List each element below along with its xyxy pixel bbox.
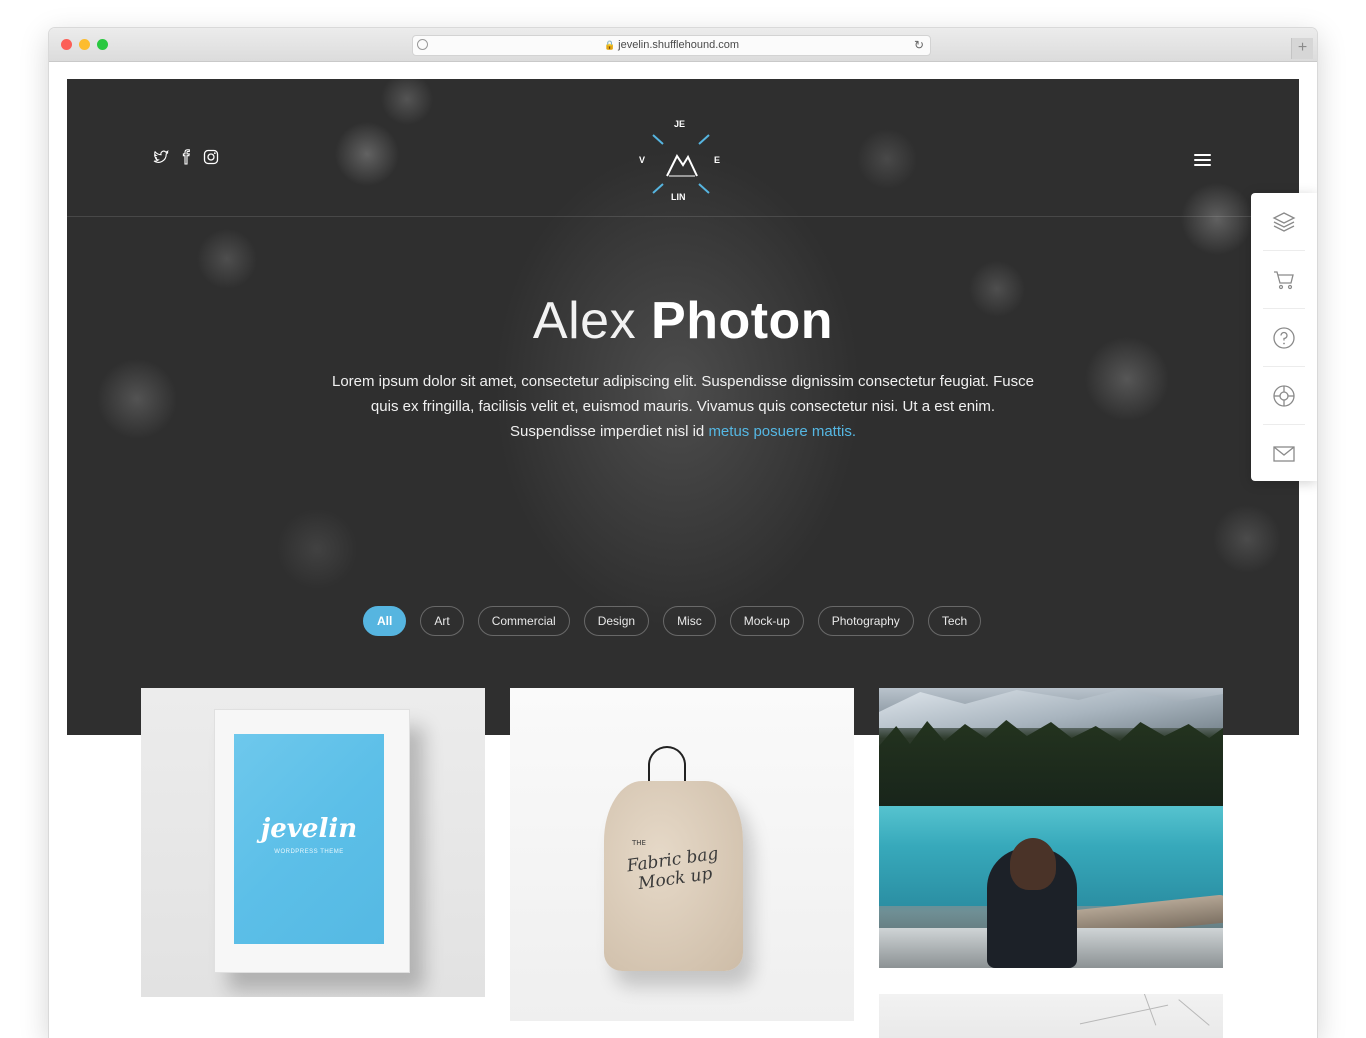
minimize-window-button[interactable] xyxy=(79,39,90,50)
lock-icon: 🔒 xyxy=(603,40,616,50)
filter-tech[interactable]: Tech xyxy=(927,606,982,636)
site-logo[interactable]: JE V E LIN xyxy=(639,111,723,202)
url-text: jevelin.shufflehound.com xyxy=(618,39,740,51)
layers-icon[interactable] xyxy=(1251,193,1317,250)
frame-subtitle-text: WORDPRESS THEME xyxy=(274,849,344,855)
portfolio-item-lake-photo[interactable] xyxy=(879,688,1223,968)
instagram-icon[interactable] xyxy=(203,149,219,165)
logo-letter-bottom: LIN xyxy=(671,192,686,202)
filter-photography[interactable]: Photography xyxy=(817,606,914,636)
hero-title-bold: Photon xyxy=(651,292,834,350)
side-panel xyxy=(1251,193,1317,481)
help-icon[interactable] xyxy=(1251,309,1317,366)
mail-icon-svg xyxy=(1273,445,1295,462)
hero-section: JE V E LIN Alex Photon Lorem ipsum dolor… xyxy=(67,79,1299,735)
portfolio-item-frame-mockup[interactable]: jevelin WORDPRESS THEME xyxy=(141,688,485,997)
help-icon-svg xyxy=(1273,326,1295,349)
mail-icon[interactable] xyxy=(1251,425,1317,482)
filter-mock-up[interactable]: Mock-up xyxy=(729,606,804,636)
frame-artwork: jevelin WORDPRESS THEME xyxy=(234,734,384,944)
person-hair xyxy=(1010,838,1056,890)
fabric-bag: THE Fabric bag Mock up xyxy=(604,781,743,971)
picture-frame: jevelin WORDPRESS THEME xyxy=(214,709,410,973)
portfolio-filters: All Art Commercial Design Misc Mock-up P… xyxy=(363,606,982,636)
social-links xyxy=(153,149,219,165)
hero-description-text: Lorem ipsum dolor sit amet, consectetur … xyxy=(331,373,1034,440)
hamburger-menu-icon[interactable] xyxy=(1194,154,1211,167)
compass-icon xyxy=(417,39,428,50)
bag-small-text: THE xyxy=(632,839,646,847)
filter-design[interactable]: Design xyxy=(583,606,650,636)
logo-letter-right: E xyxy=(714,155,721,165)
cart-icon-svg xyxy=(1274,270,1294,289)
logo-letter-left: V xyxy=(639,155,646,165)
bag-print-text: Fabric bag Mock up xyxy=(625,843,720,895)
hero-description: Lorem ipsum dolor sit amet, consectetur … xyxy=(329,369,1037,444)
hero-title: Alex Photon xyxy=(67,291,1299,351)
layers-icon-svg xyxy=(1272,211,1296,232)
hero-description-link[interactable]: metus posuere mattis. xyxy=(708,423,856,440)
address-bar[interactable]: 🔒 jevelin.shufflehound.com ↻ xyxy=(412,35,931,56)
logo-letter-top: JE xyxy=(674,119,686,129)
frame-brand-text: jevelin xyxy=(260,814,358,844)
facebook-icon[interactable] xyxy=(178,149,194,165)
close-window-button[interactable] xyxy=(61,39,72,50)
portfolio-item-bag-mockup[interactable]: THE Fabric bag Mock up xyxy=(510,688,854,1021)
cart-icon[interactable] xyxy=(1251,251,1317,308)
browser-window: 🔒 jevelin.shufflehound.com ↻ + JE V E LI… xyxy=(49,28,1317,1038)
new-tab-button[interactable]: + xyxy=(1291,38,1313,59)
browser-titlebar: 🔒 jevelin.shufflehound.com ↻ + xyxy=(49,28,1317,62)
maximize-window-button[interactable] xyxy=(97,39,108,50)
sketch-line xyxy=(1178,999,1210,1026)
forest-shape xyxy=(879,720,1223,816)
twitter-icon[interactable] xyxy=(153,149,169,165)
header-divider xyxy=(67,216,1299,217)
hero-title-light: Alex xyxy=(532,292,637,350)
filter-all[interactable]: All xyxy=(363,606,407,636)
portfolio-item-sketch[interactable] xyxy=(879,994,1223,1038)
support-icon-svg xyxy=(1273,384,1295,407)
filter-misc[interactable]: Misc xyxy=(663,606,716,636)
filter-commercial[interactable]: Commercial xyxy=(477,606,570,636)
reload-icon[interactable]: ↻ xyxy=(914,36,924,55)
filter-art[interactable]: Art xyxy=(420,606,464,636)
support-icon[interactable] xyxy=(1251,367,1317,424)
